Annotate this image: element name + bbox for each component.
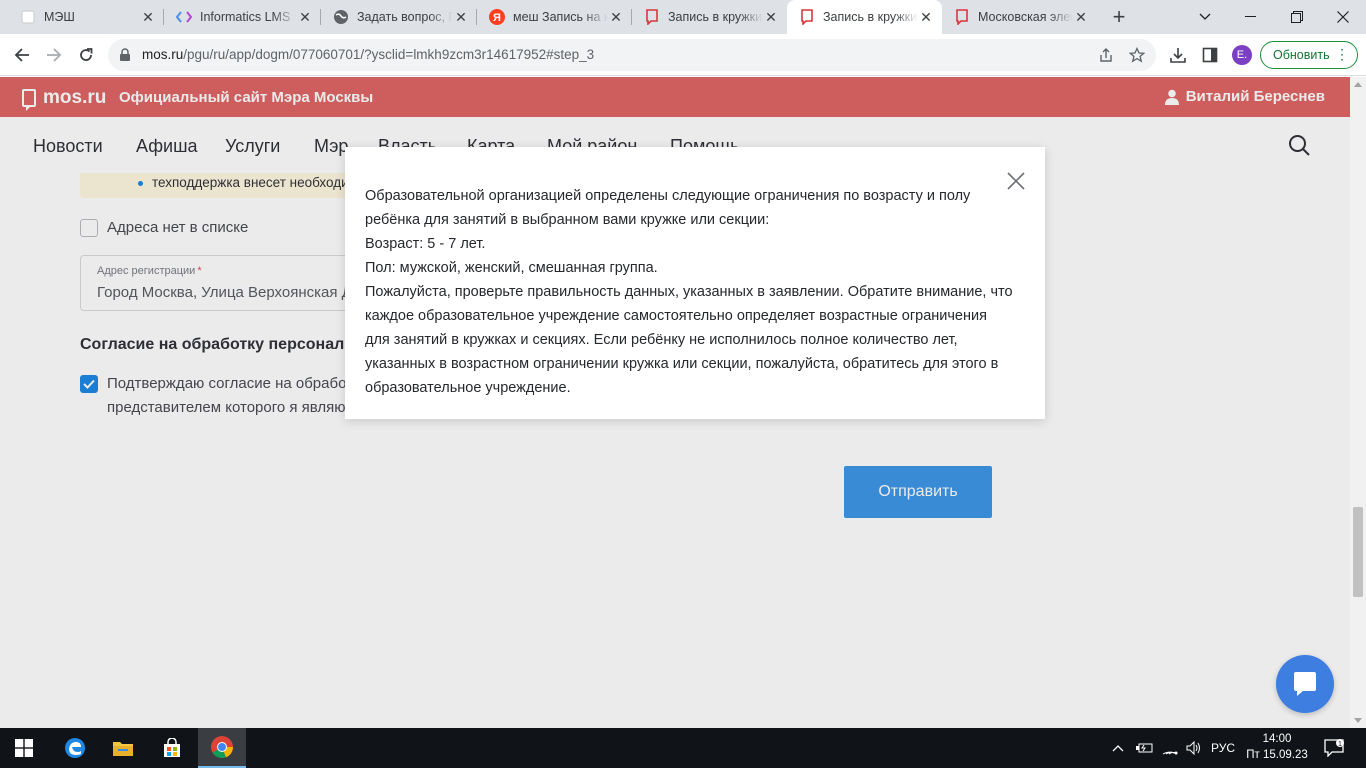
bookmark-star-icon[interactable] [1129,47,1145,63]
volume-icon[interactable] [1186,728,1202,768]
close-tab-icon[interactable]: ✕ [763,9,779,25]
page-icon [20,9,36,25]
tab-title: Informatics LMS [200,10,291,24]
tray-chevron-up-icon [1112,745,1124,752]
notification-count: 1 [1338,741,1342,748]
page-scrollbar[interactable] [1350,77,1366,728]
tab-question[interactable]: Задать вопрос, Г ✕ [321,0,477,34]
close-tab-icon[interactable]: ✕ [453,9,469,25]
close-tab-icon[interactable]: ✕ [297,9,313,25]
store-icon[interactable] [148,728,196,768]
close-tab-icon[interactable]: ✕ [1073,9,1089,25]
globe-icon [333,9,349,25]
tab-moscow-school[interactable]: Московская элек ✕ [942,0,1097,34]
url-path: /pgu/ru/app/dogm/077060701/?ysclid=lmkh9… [183,47,595,62]
battery-icon[interactable] [1136,728,1154,768]
url-host: mos.ru [142,47,184,62]
modal-notice: Пожалуйста, проверьте правильность данны… [365,284,1013,396]
mosru-icon [799,9,815,25]
scroll-down-icon[interactable] [1354,718,1362,723]
tab-kruzhki-active[interactable]: Запись в кружки ✕ [787,0,942,34]
language-indicator[interactable]: РУС [1211,728,1235,768]
more-menu-icon[interactable]: ⋮ [1335,46,1349,63]
clock-time: 14:00 [1262,733,1292,745]
close-tab-icon[interactable]: ✕ [918,9,934,25]
tab-strip: МЭШ ✕ Informatics LMS ✕ Задать вопрос, Г… [0,0,1366,34]
tab-title: Запись в кружки [823,10,918,24]
back-arrow-icon[interactable] [8,41,36,69]
download-icon[interactable] [1168,45,1188,65]
yandex-icon: Я [489,9,505,25]
restore-icon[interactable] [1274,0,1320,34]
modal-intro: Образовательной организацией определены … [365,188,971,228]
update-label: Обновить [1273,48,1330,62]
tab-yandex[interactable]: Я меш Запись на к ✕ [477,0,632,34]
url-text: mos.ru/pgu/ru/app/dogm/077060701/?ysclid… [142,47,594,62]
tab-title: Запись в кружки [668,10,763,24]
new-tab-plus-icon[interactable]: + [1107,4,1131,29]
mosru-icon [954,9,970,25]
minimize-icon[interactable] [1228,0,1274,34]
close-tab-icon[interactable]: ✕ [140,9,156,25]
close-tab-icon[interactable]: ✕ [608,9,624,25]
wifi-icon[interactable] [1162,728,1178,768]
side-panel-icon[interactable] [1200,45,1220,65]
chat-button[interactable] [1276,655,1334,713]
chat-bubble-icon [1294,672,1316,696]
windows-taskbar: РУС 14:00 Пт 15.09.23 1 [0,728,1366,768]
close-window-icon[interactable] [1320,0,1366,34]
tab-informatics[interactable]: Informatics LMS ✕ [164,0,321,34]
show-hidden-icons[interactable] [1112,728,1124,768]
reload-icon[interactable] [72,41,100,69]
chrome-taskbar-icon[interactable] [198,728,246,768]
mosru-icon [644,9,660,25]
forward-arrow-icon[interactable] [40,41,68,69]
share-icon[interactable] [1098,47,1114,63]
svg-text:Я: Я [493,12,501,24]
informatics-icon [176,9,192,25]
age-restriction-modal: Образовательной организацией определены … [345,147,1045,419]
tab-title: Московская элек [978,10,1073,24]
edge-icon[interactable] [51,728,99,768]
profile-avatar[interactable]: E. [1232,45,1252,65]
windows-start-icon[interactable] [0,728,48,768]
tab-search-chevron-icon[interactable] [1182,0,1228,34]
modal-gender: Пол: мужской, женский, смешанная группа. [365,260,658,276]
clock-date: Пт 15.09.23 [1246,749,1308,761]
scroll-up-icon[interactable] [1354,82,1362,87]
clock[interactable]: 14:00 Пт 15.09.23 [1246,731,1308,763]
modal-text: Образовательной организацией определены … [365,184,1015,400]
tab-title: Задать вопрос, Г [357,10,453,24]
screen: МЭШ ✕ Informatics LMS ✕ Задать вопрос, Г… [0,0,1366,768]
lock-icon[interactable] [119,48,131,67]
tab-title: меш Запись на к [513,10,608,24]
notifications-icon[interactable]: 1 [1324,728,1344,768]
address-bar[interactable]: mos.ru/pgu/ru/app/dogm/077060701/?ysclid… [108,39,1156,71]
tab-mesh[interactable]: МЭШ ✕ [8,0,164,34]
update-button[interactable]: Обновить ⋮ [1260,41,1358,69]
modal-age: Возраст: 5 - 7 лет. [365,236,486,252]
scrollbar-thumb[interactable] [1353,507,1363,597]
tab-title: МЭШ [44,10,75,24]
tab-kruzhki-1[interactable]: Запись в кружки ✕ [632,0,787,34]
browser-toolbar: mos.ru/pgu/ru/app/dogm/077060701/?ysclid… [0,34,1366,76]
file-explorer-icon[interactable] [99,728,147,768]
